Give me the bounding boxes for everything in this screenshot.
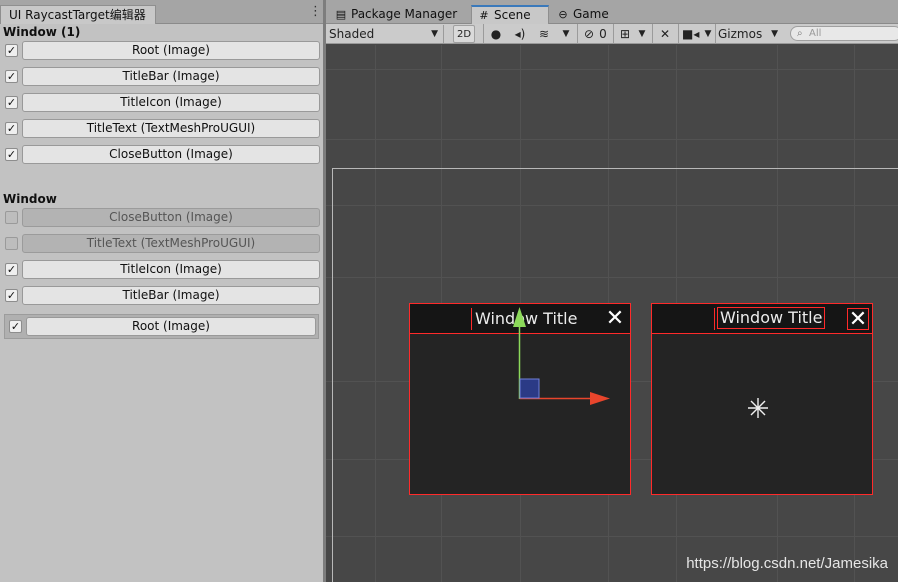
highlighted-row-box: ✓ Root (Image) [4, 314, 319, 339]
scene-window-panel[interactable]: Window Title ✕ [651, 303, 873, 495]
gamepad-icon: ⊖ [558, 8, 568, 21]
window-titlebar: Window Title ✕ [410, 304, 630, 334]
camera-icon[interactable]: ■◂ [682, 25, 699, 43]
tab-label: Package Manager [351, 7, 458, 21]
visibility-icon[interactable]: ⊘ [581, 25, 597, 43]
gizmos-label: Gizmos [718, 27, 763, 41]
raycast-target-editor-panel: UI RaycastTarget编辑器 ⋮ Window (1) ✓ Root … [0, 0, 323, 582]
title-icon-outline [471, 308, 472, 330]
window-title-text: Window Title [475, 309, 578, 328]
raycast-checkbox[interactable]: ✓ [5, 96, 18, 109]
2d-mode-toggle[interactable]: 2D [453, 25, 475, 43]
left-tab-bar: UI RaycastTarget编辑器 ⋮ [0, 0, 323, 24]
raycast-checkbox[interactable]: ✓ [9, 320, 22, 333]
raycast-row: ✓ CloseButton (Image) [5, 208, 321, 228]
raycast-checkbox[interactable]: ✓ [5, 44, 18, 57]
chevron-down-icon[interactable]: ▼ [636, 25, 648, 43]
search-icon: ⌕ [797, 28, 803, 39]
tab-label: Scene [494, 8, 531, 22]
group-title-window-1: Window (1) [3, 25, 81, 39]
group-title-window: Window [3, 192, 57, 206]
raycast-checkbox[interactable]: ✓ [5, 289, 18, 302]
tab-label: Game [573, 7, 609, 21]
hidden-count: 0 [599, 27, 607, 41]
raycast-row: ✓ TitleBar (Image) [5, 286, 321, 306]
select-object-button[interactable]: CloseButton (Image) [22, 145, 320, 164]
kebab-icon[interactable]: ⋮ [309, 4, 322, 20]
scene-view[interactable]: Window Title ✕ Window Title ✕ [326, 45, 898, 582]
tab-scene[interactable]: # Scene [471, 5, 549, 24]
raycast-checkbox[interactable]: ✓ [5, 148, 18, 161]
raycast-row: ✓ TitleIcon (Image) [5, 93, 321, 113]
tab-game[interactable]: ⊖ Game [551, 5, 621, 24]
raycast-row: ✓ TitleText (TextMeshProUGUI) [5, 119, 321, 139]
select-object-button[interactable]: Root (Image) [22, 41, 320, 60]
select-object-button[interactable]: TitleBar (Image) [22, 67, 320, 86]
close-icon[interactable]: ✕ [604, 308, 626, 330]
chevron-down-icon[interactable]: ▼ [560, 25, 572, 43]
chevron-down-icon: ▼ [771, 29, 778, 39]
scene-panel: ▤ Package Manager # Scene ⊖ Game Shaded ▼ 2… [326, 0, 898, 582]
select-object-button[interactable]: Root (Image) [26, 317, 316, 336]
raycast-checkbox[interactable]: ✓ [5, 263, 18, 276]
tools-icon[interactable]: ✕ [657, 25, 673, 43]
grid-icon: # [479, 9, 489, 22]
package-icon: ▤ [335, 8, 347, 21]
raycast-row: ✓ CloseButton (Image) [5, 145, 321, 165]
title-icon-outline [714, 308, 715, 330]
tab-package-manager[interactable]: ▤ Package Manager [329, 5, 469, 24]
toolbar-divider [577, 24, 578, 44]
close-icon[interactable]: ✕ [847, 308, 869, 331]
toolbar-divider [483, 24, 484, 44]
toolbar-divider [652, 24, 653, 44]
select-object-button[interactable]: TitleText (TextMeshProUGUI) [22, 234, 320, 253]
chevron-down-icon: ▼ [431, 29, 438, 39]
watermark-text: https://blog.csdn.net/Jamesika [686, 555, 888, 572]
shading-mode-value: Shaded [329, 27, 375, 41]
raycast-checkbox[interactable]: ✓ [5, 122, 18, 135]
window-title-text: Window Title [717, 307, 826, 329]
search-input[interactable]: ⌕ All [790, 26, 898, 41]
gizmos-dropdown[interactable]: Gizmos ▼ [717, 25, 783, 43]
effects-icon[interactable]: ≋ [536, 25, 552, 43]
search-placeholder: All [809, 28, 822, 39]
toolbar-divider [678, 24, 679, 44]
audio-icon[interactable]: ◂) [512, 25, 528, 43]
window-titlebar: Window Title ✕ [652, 304, 872, 334]
chevron-down-icon[interactable]: ▼ [702, 25, 714, 43]
lighting-icon[interactable]: ● [488, 25, 504, 43]
raycast-row: ✓ TitleText (TextMeshProUGUI) [5, 234, 321, 254]
select-object-button[interactable]: TitleIcon (Image) [22, 260, 320, 279]
raycast-row: ✓ Root (Image) [9, 317, 317, 337]
scene-window-panel[interactable]: Window Title ✕ [409, 303, 631, 495]
grid-snap-icon[interactable]: ⊞ [617, 25, 633, 43]
raycast-row: ✓ TitleBar (Image) [5, 67, 321, 87]
raycast-checkbox[interactable]: ✓ [5, 237, 18, 250]
select-object-button[interactable]: TitleText (TextMeshProUGUI) [22, 119, 320, 138]
toolbar-divider [715, 24, 716, 44]
select-object-button[interactable]: TitleIcon (Image) [22, 93, 320, 112]
tab-raycast-target-editor[interactable]: UI RaycastTarget编辑器 [0, 5, 156, 24]
select-object-button[interactable]: CloseButton (Image) [22, 208, 320, 227]
raycast-checkbox[interactable]: ✓ [5, 211, 18, 224]
raycast-checkbox[interactable]: ✓ [5, 70, 18, 83]
shading-mode-dropdown[interactable]: Shaded ▼ [326, 25, 444, 43]
right-tab-bar: ▤ Package Manager # Scene ⊖ Game [326, 0, 898, 24]
select-object-button[interactable]: TitleBar (Image) [22, 286, 320, 305]
scene-toolbar: Shaded ▼ 2D ● ◂) ≋ ▼ ⊘ 0 ⊞ ▼ ✕ ■◂ ▼ Gizm… [326, 24, 898, 44]
raycast-row: ✓ TitleIcon (Image) [5, 260, 321, 280]
raycast-row: ✓ Root (Image) [5, 41, 321, 61]
toolbar-divider [613, 24, 614, 44]
